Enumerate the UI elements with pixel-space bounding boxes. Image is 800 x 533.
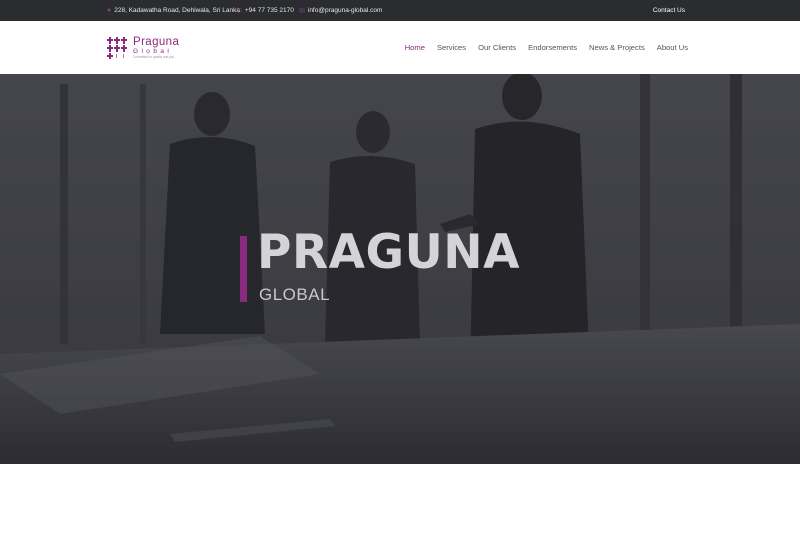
hero-title: PRAGUNA (257, 225, 520, 280)
mail-icon: ✉ (299, 7, 305, 15)
phone-icon: ✆ (236, 7, 242, 15)
hero-subtitle: GLOBAL (259, 285, 331, 304)
nav-our-clients[interactable]: Our Clients (478, 43, 516, 52)
site-logo[interactable]: Praguna Global Committed to quality and … (107, 36, 180, 61)
contact-us-link[interactable]: Contact Us (653, 0, 685, 21)
logo-mark-icon (107, 37, 129, 59)
email-item[interactable]: ✉ info@praguna-global.com (299, 0, 382, 21)
logo-name: Praguna (133, 36, 180, 48)
site-header: Praguna Global Committed to quality and … (0, 21, 800, 74)
address-text: 228, Kadawatha Road, Dehiwala, Sri Lanka (114, 7, 240, 14)
nav-news-projects[interactable]: News & Projects (589, 43, 645, 52)
nav-services[interactable]: Services (437, 43, 466, 52)
hero-accent-bar (240, 236, 247, 302)
address-item: ● 228, Kadawatha Road, Dehiwala, Sri Lan… (107, 0, 240, 21)
content-area (0, 464, 800, 533)
main-nav: Home Services Our Clients Endorsements N… (405, 21, 688, 74)
nav-about-us[interactable]: About Us (657, 43, 688, 52)
nav-endorsements[interactable]: Endorsements (528, 43, 577, 52)
phone-text[interactable]: +94 77 735 2170 (245, 7, 294, 14)
hero-banner: PRAGUNA GLOBAL (0, 74, 800, 464)
nav-home[interactable]: Home (405, 43, 425, 52)
map-pin-icon: ● (107, 7, 112, 14)
logo-tagline: Committed to quality and you. (133, 55, 176, 59)
top-contact-bar: ● 228, Kadawatha Road, Dehiwala, Sri Lan… (0, 0, 800, 21)
email-text[interactable]: info@praguna-global.com (308, 7, 383, 14)
phone-item[interactable]: ✆ +94 77 735 2170 (236, 0, 294, 21)
